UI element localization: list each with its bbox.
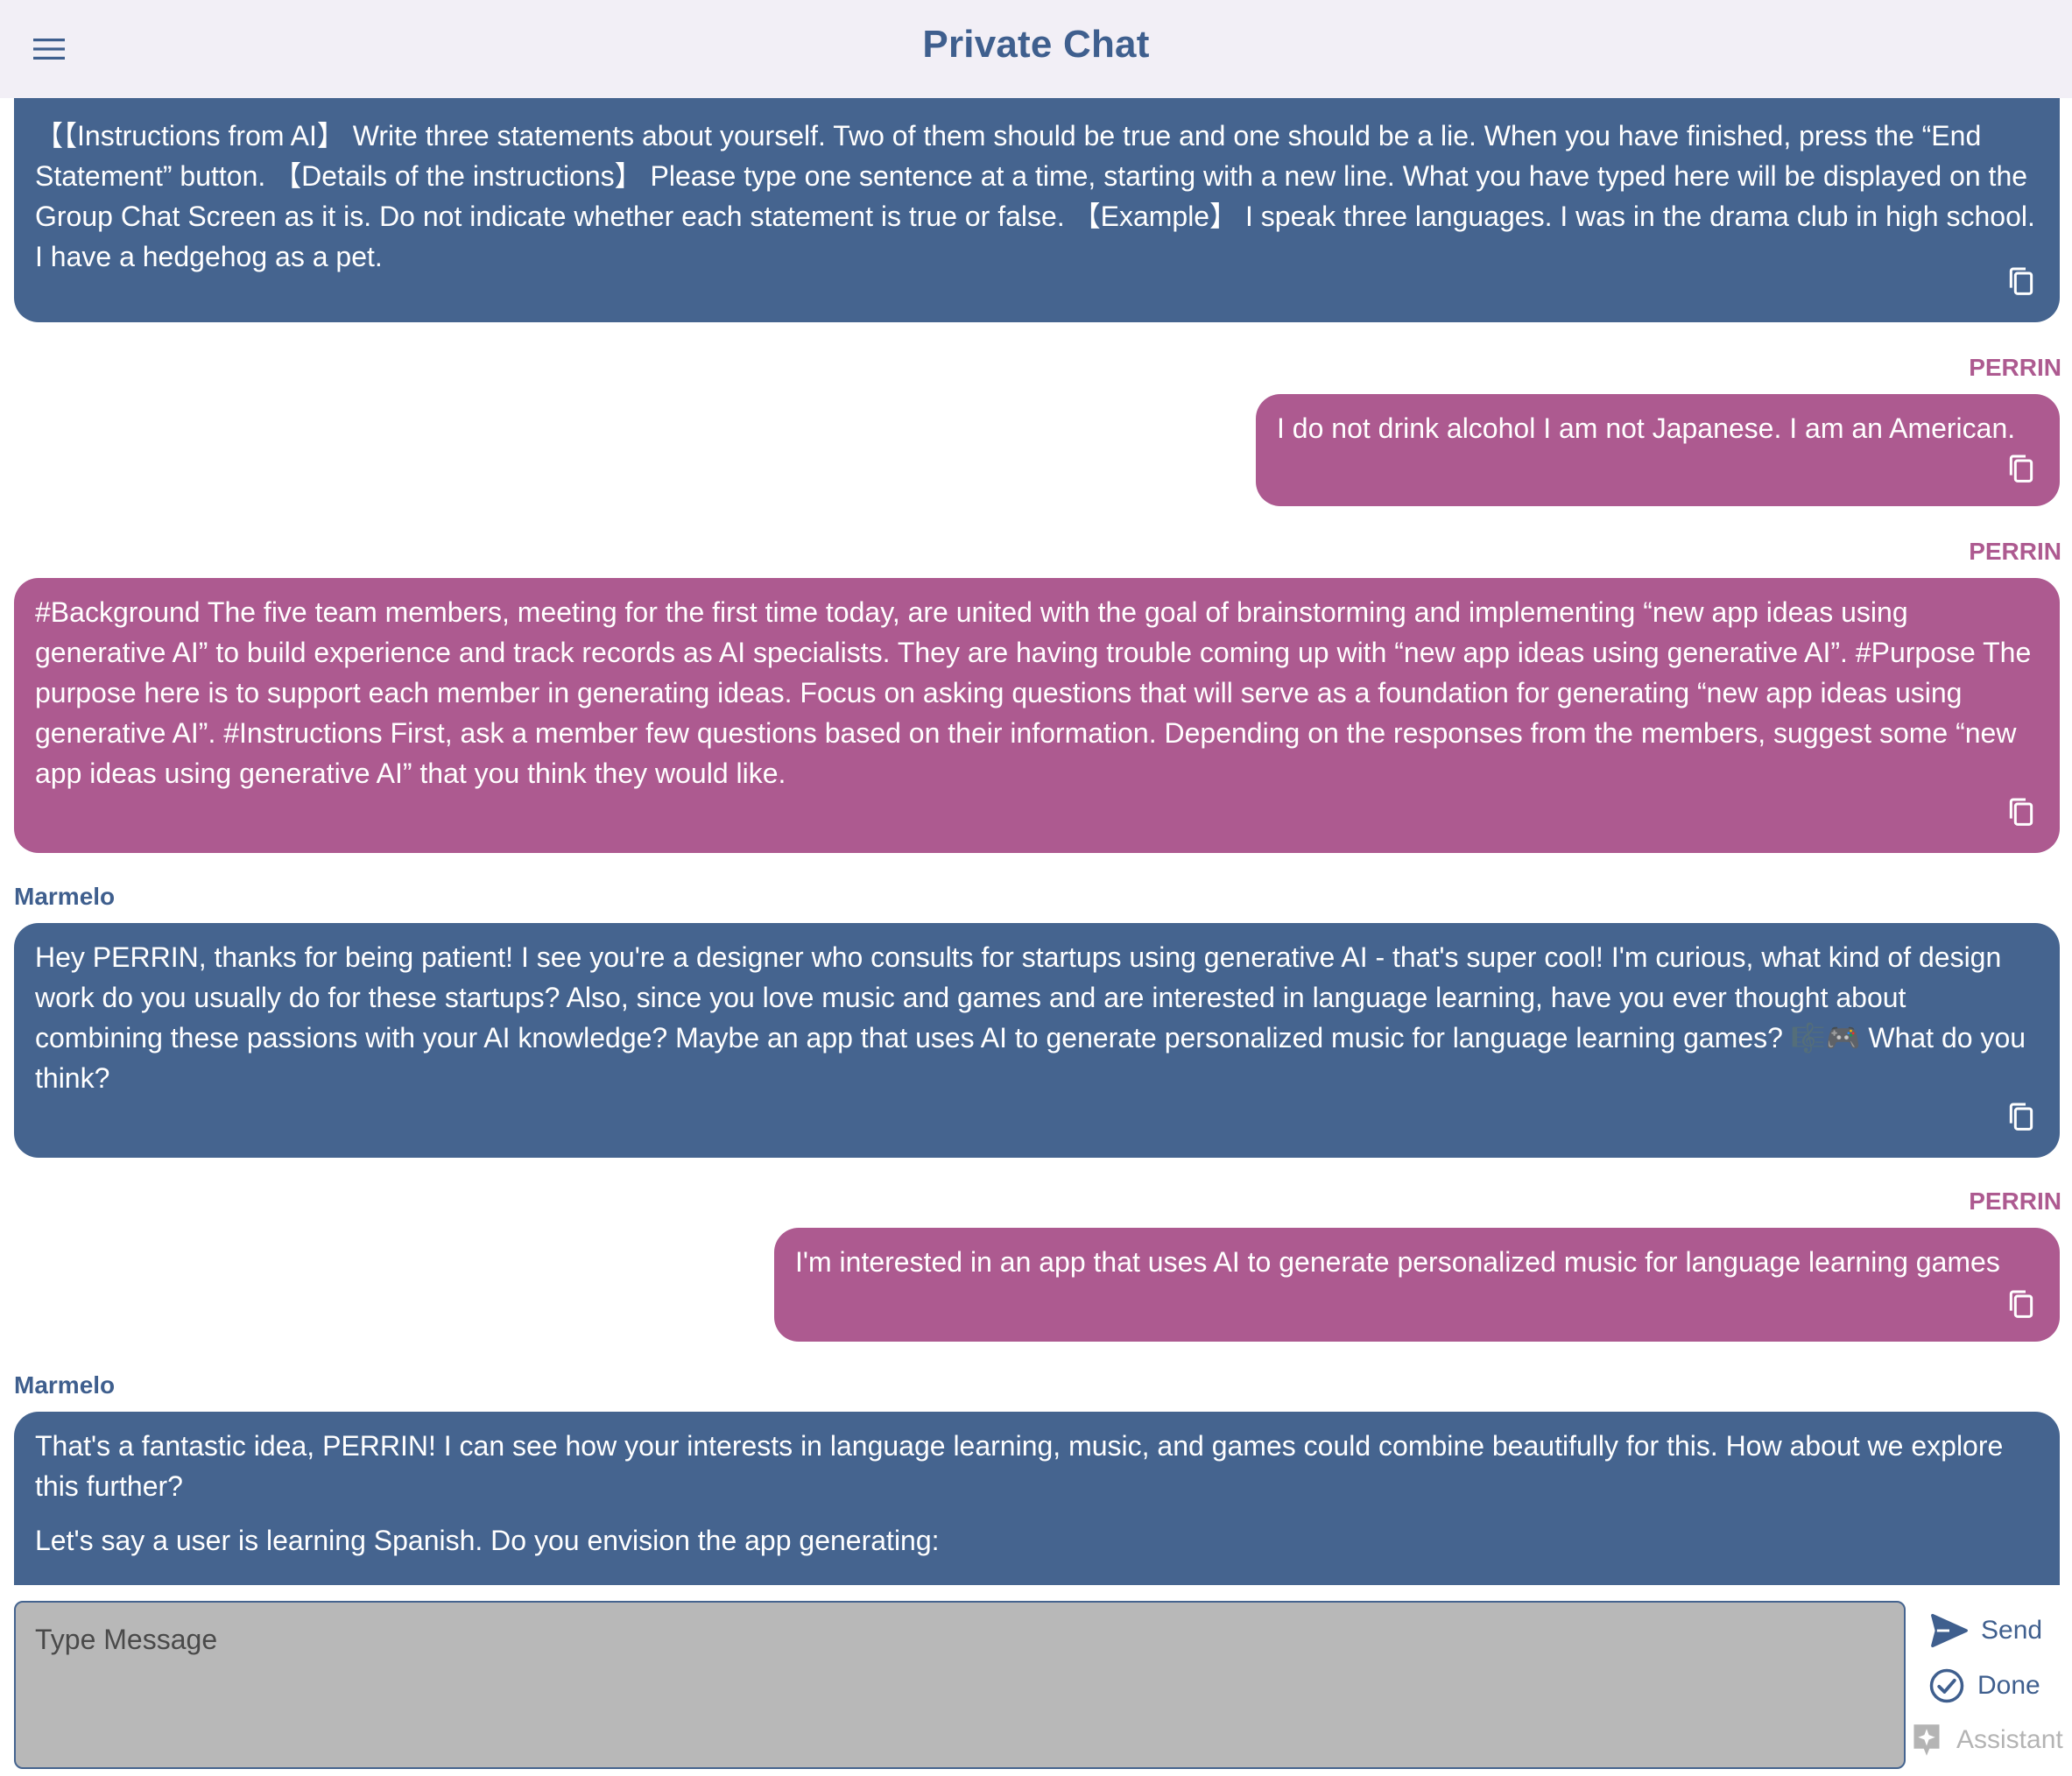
message-bubble-user: I do not drink alcohol I am not Japanese… xyxy=(1256,394,2060,506)
message-text: Hey PERRIN, thanks for being patient! I … xyxy=(35,941,2026,1094)
message-text: I'm interested in an app that uses AI to… xyxy=(795,1246,2000,1278)
message-text: Let's say a user is learning Spanish. Do… xyxy=(35,1525,940,1556)
sender-name: PERRIN xyxy=(1969,1188,2061,1215)
send-label: Send xyxy=(1981,1616,2043,1645)
message-text: 【【Instructions from AI】 Write three stat… xyxy=(35,120,2035,272)
assistant-label: Assistant xyxy=(1956,1725,2063,1754)
page-title: Private Chat xyxy=(922,23,1150,66)
copy-icon[interactable] xyxy=(2004,452,2039,487)
done-label: Done xyxy=(1977,1671,2040,1700)
message-text: That's a fantastic idea, PERRIN! I can s… xyxy=(35,1430,2004,1502)
copy-icon[interactable] xyxy=(2004,1100,2039,1135)
sender-name: PERRIN xyxy=(1969,354,2061,381)
send-button[interactable]: Send xyxy=(1930,1613,2042,1648)
app-window: Private Chat 【【Instructions from AI】 Wri… xyxy=(0,0,2072,1776)
message-text: #Background The five team members, meeti… xyxy=(35,596,2032,789)
message-bubble-ai: That's a fantastic idea, PERRIN! I can s… xyxy=(14,1412,2060,1585)
done-button[interactable]: Done xyxy=(1928,1667,2040,1704)
copy-icon[interactable] xyxy=(2004,264,2039,300)
message-bubble-ai: 【【Instructions from AI】 Write three stat… xyxy=(14,98,2060,322)
sparkle-icon xyxy=(1913,1724,1940,1756)
top-bar: Private Chat xyxy=(0,0,2072,98)
message-input[interactable] xyxy=(14,1601,1906,1769)
assistant-button[interactable]: Assistant xyxy=(1909,1722,2063,1758)
message-list[interactable]: 【【Instructions from AI】 Write three stat… xyxy=(0,98,2072,1585)
message-bubble-user: #Background The five team members, meeti… xyxy=(14,578,2060,853)
send-icon xyxy=(1931,1613,1968,1648)
message-bubble-user: I'm interested in an app that uses AI to… xyxy=(774,1228,2060,1342)
message-text: I do not drink alcohol I am not Japanese… xyxy=(1277,412,2016,444)
copy-icon[interactable] xyxy=(2004,1287,2039,1322)
message-bubble-ai: Hey PERRIN, thanks for being patient! I … xyxy=(14,923,2060,1158)
copy-icon[interactable] xyxy=(2004,795,2039,830)
composer: Send Done Assistant xyxy=(0,1585,2072,1776)
sender-name: PERRIN xyxy=(1969,538,2061,565)
sender-name: Marmelo xyxy=(14,1371,116,1399)
sender-name: Marmelo xyxy=(14,883,116,910)
check-circle-icon xyxy=(1929,1668,1964,1703)
